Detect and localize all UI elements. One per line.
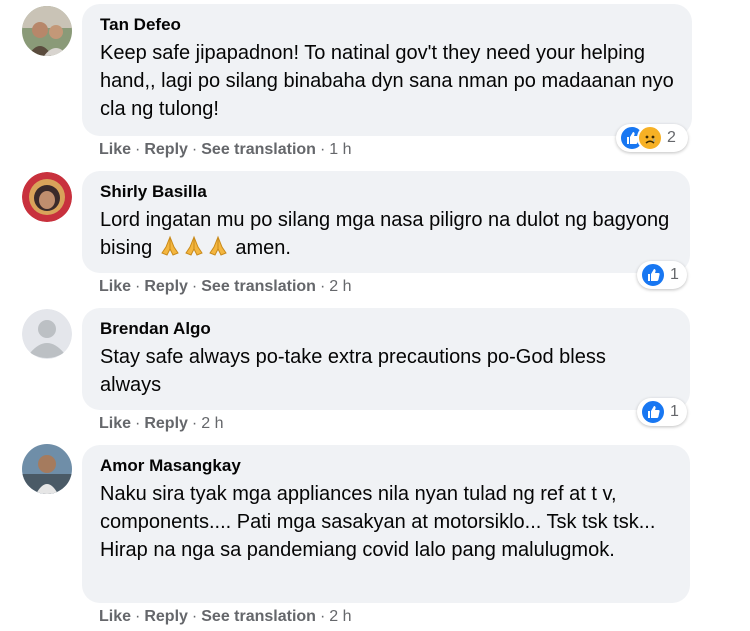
- reply-link[interactable]: Reply: [144, 608, 188, 625]
- comment-bubble: Brendan Algo Stay safe always po-take ex…: [82, 308, 690, 410]
- comment-bubble: Amor Masangkay Naku sira tyak mga applia…: [82, 445, 690, 603]
- avatar[interactable]: [22, 6, 72, 56]
- avatar[interactable]: [22, 309, 72, 359]
- comment-author[interactable]: Shirly Basilla: [100, 181, 672, 203]
- timestamp[interactable]: 2 h: [329, 608, 351, 625]
- avatar[interactable]: [22, 172, 72, 222]
- comment-text: Stay safe always po-take extra precautio…: [100, 346, 612, 396]
- timestamp[interactable]: 2 h: [201, 415, 223, 432]
- separator: ·: [191, 278, 198, 295]
- separator: ·: [135, 415, 141, 432]
- comment-actions: Like · Reply · See translation · 1 h: [99, 140, 352, 160]
- reply-link[interactable]: Reply: [144, 141, 188, 158]
- comment-text: Naku sira tyak mga appliances nila nyan …: [100, 483, 661, 561]
- comment-text: Keep safe jipapadnon! To natinal gov't t…: [100, 42, 680, 120]
- reaction-count: 2: [667, 129, 676, 146]
- separator: ·: [191, 141, 198, 158]
- comment-bubble: Tan Defeo Keep safe jipapadnon! To natin…: [82, 4, 692, 136]
- comment-author[interactable]: Amor Masangkay: [100, 455, 672, 477]
- like-reaction-icon: [640, 399, 666, 425]
- comment-actions: Like · Reply · See translation · 2 h: [99, 277, 352, 297]
- reply-link[interactable]: Reply: [144, 415, 188, 432]
- comment-author[interactable]: Tan Defeo: [100, 14, 674, 36]
- folded-hands-icon: [206, 235, 230, 257]
- sad-reaction-icon: [637, 125, 663, 151]
- comment-text: Lord ingatan mu po silang mga nasa pilig…: [100, 206, 672, 262]
- comment-actions: Like · Reply · See translation · 2 h: [99, 607, 352, 627]
- comment-author[interactable]: Brendan Algo: [100, 318, 672, 340]
- reaction-summary[interactable]: 2: [616, 124, 688, 152]
- separator: ·: [135, 141, 141, 158]
- like-link[interactable]: Like: [99, 415, 131, 432]
- separator: ·: [319, 278, 326, 295]
- folded-hands-icon: [158, 235, 182, 257]
- like-link[interactable]: Like: [99, 608, 131, 625]
- timestamp[interactable]: 2 h: [329, 278, 351, 295]
- see-translation-link[interactable]: See translation: [201, 608, 316, 625]
- like-link[interactable]: Like: [99, 141, 131, 158]
- folded-hands-icon: [182, 235, 206, 257]
- separator: ·: [319, 141, 326, 158]
- timestamp[interactable]: 1 h: [329, 141, 351, 158]
- reaction-count: 1: [670, 266, 679, 283]
- like-reaction-icon: [640, 262, 666, 288]
- separator: ·: [135, 278, 141, 295]
- avatar[interactable]: [22, 444, 72, 494]
- comment-bubble: Shirly Basilla Lord ingatan mu po silang…: [82, 171, 690, 273]
- comment-actions: Like · Reply · 2 h: [99, 414, 224, 434]
- reaction-summary[interactable]: 1: [637, 398, 687, 426]
- comment-text-part: amen.: [229, 237, 291, 259]
- reply-link[interactable]: Reply: [144, 278, 188, 295]
- reaction-summary[interactable]: 1: [637, 261, 687, 289]
- see-translation-link[interactable]: See translation: [201, 141, 316, 158]
- separator: ·: [191, 608, 198, 625]
- like-link[interactable]: Like: [99, 278, 131, 295]
- separator: ·: [191, 415, 198, 432]
- reaction-count: 1: [670, 403, 679, 420]
- separator: ·: [135, 608, 141, 625]
- separator: ·: [319, 608, 326, 625]
- see-translation-link[interactable]: See translation: [201, 278, 316, 295]
